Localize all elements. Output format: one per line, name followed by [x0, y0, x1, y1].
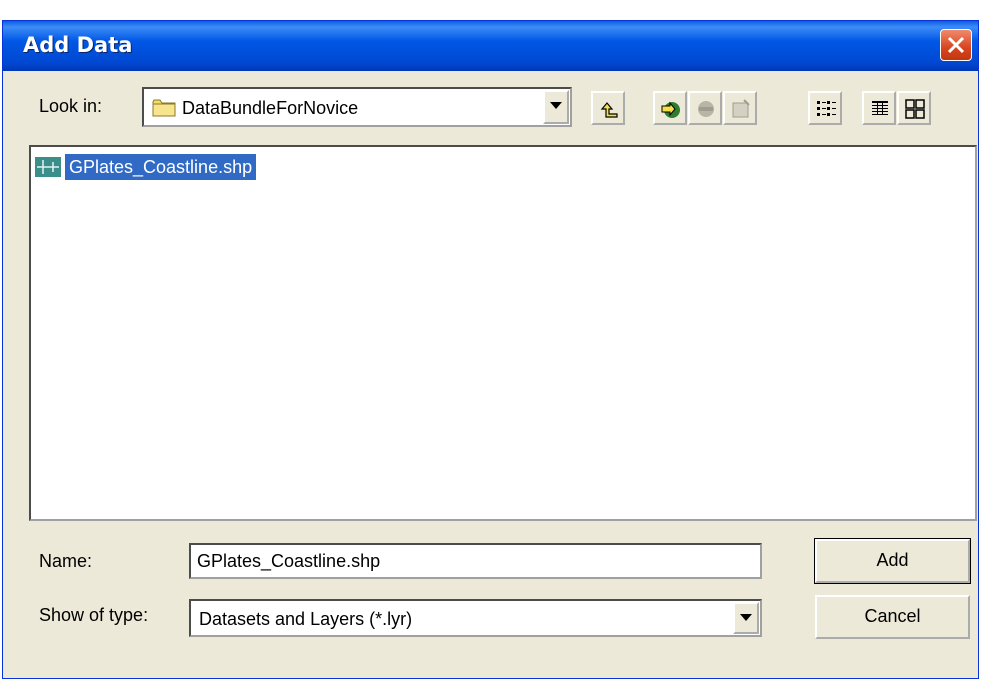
thumbnails-view-icon	[905, 99, 925, 119]
details-view-button[interactable]	[862, 91, 896, 125]
folder-icon	[152, 99, 176, 117]
window-title: Add Data	[23, 33, 133, 57]
close-button[interactable]	[940, 29, 972, 61]
list-view-button[interactable]	[808, 91, 842, 125]
file-list[interactable]: GPlates_Coastline.shp	[29, 145, 977, 521]
new-item-icon	[732, 99, 750, 118]
look-in-arrow-button[interactable]	[543, 90, 569, 124]
connect-to-folder-icon	[661, 101, 680, 118]
show-of-type-label: Show of type:	[39, 605, 149, 625]
look-in-dropdown[interactable]: DataBundleForNovice	[142, 87, 572, 127]
chevron-down-icon	[740, 614, 752, 621]
name-label: Name:	[39, 551, 93, 571]
add-button[interactable]: Add	[814, 538, 971, 584]
cancel-button[interactable]: Cancel	[815, 595, 970, 639]
new-item-button[interactable]	[723, 91, 757, 125]
name-field[interactable]	[189, 543, 762, 579]
file-name: GPlates_Coastline.shp	[63, 153, 258, 181]
connect-to-folder-button[interactable]	[653, 91, 687, 125]
list-view-icon	[817, 101, 836, 116]
disconnect-folder-icon	[698, 101, 714, 117]
details-view-icon	[872, 101, 888, 115]
show-of-type-dropdown[interactable]: Datasets and Layers (*.lyr)	[189, 599, 762, 637]
disconnect-folder-button[interactable]	[688, 91, 722, 125]
add-data-dialog: Add Data Look in: DataBundleForNovice GP…	[2, 20, 979, 679]
show-of-type-arrow-button[interactable]	[733, 602, 759, 634]
up-one-level-button[interactable]	[591, 91, 625, 125]
shapefile-icon	[35, 157, 61, 177]
up-one-level-icon	[600, 102, 618, 118]
title-bar[interactable]: Add Data	[3, 21, 978, 71]
look-in-value: DataBundleForNovice	[182, 98, 359, 118]
thumbnails-view-button[interactable]	[897, 91, 931, 125]
look-in-label: Look in:	[39, 96, 103, 116]
chevron-down-icon	[550, 102, 562, 109]
show-of-type-value: Datasets and Layers (*.lyr)	[199, 609, 413, 629]
close-icon	[947, 36, 965, 54]
